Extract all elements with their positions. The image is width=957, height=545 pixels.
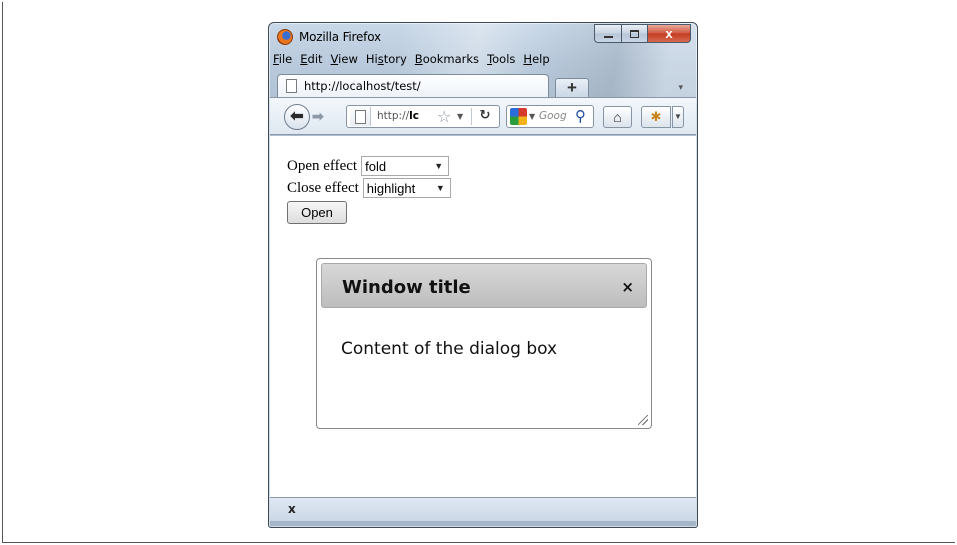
tab-list-chevron-down-icon[interactable]: ▾ bbox=[678, 82, 683, 93]
bookmark-star-icon[interactable]: ☆ bbox=[437, 107, 451, 126]
url-input[interactable]: http://lc bbox=[377, 110, 433, 122]
minimize-icon bbox=[603, 35, 613, 38]
open-effect-value: fold bbox=[365, 158, 387, 174]
dialog-content: Content of the dialog box bbox=[341, 339, 558, 359]
menu-item-history[interactable]: History bbox=[366, 52, 407, 70]
url-bar[interactable]: http://lc ☆ ▼ ↻ bbox=[346, 105, 500, 128]
chevron-down-icon: ▼ bbox=[435, 183, 445, 193]
close-icon: x bbox=[665, 26, 673, 41]
site-identity-icon[interactable] bbox=[350, 107, 371, 126]
window-title: Mozilla Firefox bbox=[299, 30, 381, 44]
navigation-toolbar: ⬅ ➡ http://lc ☆ ▼ ↻ ▼ Goog ⚲ ⌂ ✱ ▼ bbox=[270, 97, 696, 135]
menu-item-view[interactable]: View bbox=[331, 52, 358, 70]
search-bar[interactable]: ▼ Goog ⚲ bbox=[506, 105, 594, 128]
menu-item-help[interactable]: Help bbox=[523, 52, 549, 70]
firefox-window: Mozilla Firefox x File Edit View History… bbox=[268, 22, 698, 528]
menu-bar: File Edit View History Bookmarks Tools H… bbox=[273, 52, 550, 70]
home-icon: ⌂ bbox=[613, 109, 622, 125]
tab-label: http://localhost/test/ bbox=[304, 79, 421, 93]
close-effect-value: highlight bbox=[366, 180, 416, 196]
dialog-title: Window title bbox=[342, 277, 471, 298]
home-button[interactable]: ⌂ bbox=[603, 106, 632, 128]
chevron-down-icon: ▼ bbox=[674, 112, 682, 121]
close-effect-select[interactable]: highlight ▼ bbox=[362, 178, 451, 198]
plus-icon: + bbox=[567, 78, 577, 97]
page-content: Open effect fold ▼ Close effect highligh… bbox=[270, 136, 696, 497]
close-effect-row: Close effect highlight ▼ bbox=[287, 178, 451, 198]
back-button[interactable]: ⬅ bbox=[284, 104, 310, 130]
close-effect-label: Close effect bbox=[287, 179, 359, 196]
maximize-icon bbox=[630, 29, 639, 38]
reload-icon[interactable]: ↻ bbox=[471, 108, 498, 125]
search-engine-chevron-down-icon[interactable]: ▼ bbox=[529, 112, 535, 121]
chevron-down-icon: ▼ bbox=[434, 161, 444, 171]
google-icon[interactable] bbox=[510, 108, 527, 125]
menu-item-edit[interactable]: Edit bbox=[300, 52, 322, 70]
addon-icon: ✱ bbox=[650, 109, 662, 124]
search-icon[interactable]: ⚲ bbox=[575, 107, 586, 125]
search-input[interactable]: Goog bbox=[539, 110, 567, 122]
dialog-close-icon[interactable]: × bbox=[621, 278, 634, 296]
forward-icon[interactable]: ➡ bbox=[312, 108, 324, 125]
close-window-button[interactable]: x bbox=[647, 24, 691, 43]
status-close-icon[interactable]: x bbox=[288, 502, 296, 516]
url-history-chevron-down-icon[interactable]: ▼ bbox=[457, 112, 463, 121]
window-controls: x bbox=[594, 24, 691, 43]
back-icon: ⬅ bbox=[290, 108, 304, 125]
tab-active[interactable]: http://localhost/test/ bbox=[277, 74, 549, 97]
maximize-button[interactable] bbox=[621, 24, 647, 43]
addon-button[interactable]: ✱ bbox=[641, 106, 671, 128]
menu-item-file[interactable]: File bbox=[273, 52, 292, 70]
open-effect-label: Open effect bbox=[287, 157, 358, 174]
new-tab-button[interactable]: + bbox=[555, 78, 589, 97]
menu-item-tools[interactable]: Tools bbox=[487, 52, 515, 70]
resize-grip-icon[interactable] bbox=[638, 415, 648, 425]
dialog-titlebar[interactable]: Window title × bbox=[321, 263, 647, 308]
addon-dropdown-button[interactable]: ▼ bbox=[672, 106, 684, 128]
open-effect-select[interactable]: fold ▼ bbox=[361, 156, 450, 176]
open-button[interactable]: Open bbox=[287, 201, 347, 224]
minimize-button[interactable] bbox=[594, 24, 621, 43]
open-effect-row: Open effect fold ▼ bbox=[287, 156, 450, 176]
menu-item-bookmarks[interactable]: Bookmarks bbox=[415, 52, 479, 70]
dialog: Window title × Content of the dialog box bbox=[316, 258, 652, 429]
page-icon bbox=[286, 79, 297, 93]
firefox-logo-icon bbox=[277, 29, 293, 45]
status-bar: x bbox=[270, 497, 696, 521]
window-titlebar[interactable]: Mozilla Firefox x bbox=[269, 23, 697, 51]
